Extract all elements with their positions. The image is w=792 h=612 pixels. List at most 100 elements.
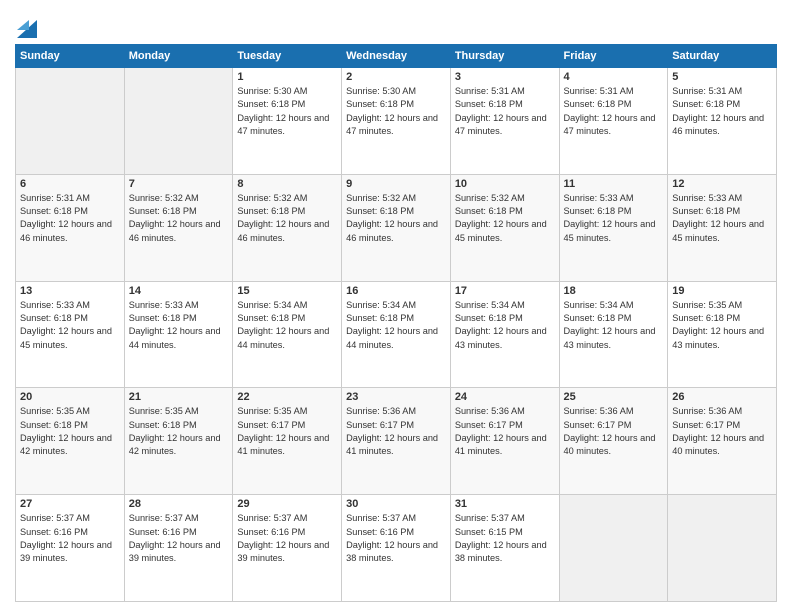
sunset-text: Sunset: 6:16 PM [237, 527, 305, 537]
day-number: 4 [564, 71, 664, 83]
daylight-text: Daylight: 12 hours and 38 minutes. [455, 540, 547, 563]
daylight-text: Daylight: 12 hours and 47 minutes. [237, 113, 329, 136]
daylight-text: Daylight: 12 hours and 44 minutes. [129, 326, 221, 349]
calendar-cell: 3Sunrise: 5:31 AMSunset: 6:18 PMDaylight… [450, 68, 559, 175]
day-number: 18 [564, 285, 664, 297]
sunset-text: Sunset: 6:16 PM [346, 527, 414, 537]
sunset-text: Sunset: 6:18 PM [564, 206, 632, 216]
daylight-text: Daylight: 12 hours and 43 minutes. [672, 326, 764, 349]
day-info: Sunrise: 5:31 AMSunset: 6:18 PMDaylight:… [672, 85, 772, 138]
day-info: Sunrise: 5:31 AMSunset: 6:18 PMDaylight:… [564, 85, 664, 138]
calendar-week-row: 13Sunrise: 5:33 AMSunset: 6:18 PMDayligh… [16, 281, 777, 388]
sunrise-text: Sunrise: 5:31 AM [455, 86, 525, 96]
logo [15, 14, 37, 38]
sunrise-text: Sunrise: 5:34 AM [455, 300, 525, 310]
sunset-text: Sunset: 6:17 PM [564, 420, 632, 430]
sunrise-text: Sunrise: 5:37 AM [455, 513, 525, 523]
day-number: 27 [20, 498, 120, 510]
calendar-cell: 31Sunrise: 5:37 AMSunset: 6:15 PMDayligh… [450, 495, 559, 602]
sunrise-text: Sunrise: 5:37 AM [237, 513, 307, 523]
day-number: 15 [237, 285, 337, 297]
sunset-text: Sunset: 6:18 PM [455, 313, 523, 323]
day-info: Sunrise: 5:32 AMSunset: 6:18 PMDaylight:… [455, 192, 555, 245]
sunset-text: Sunset: 6:18 PM [672, 206, 740, 216]
daylight-text: Daylight: 12 hours and 42 minutes. [129, 433, 221, 456]
day-info: Sunrise: 5:34 AMSunset: 6:18 PMDaylight:… [455, 299, 555, 352]
day-number: 19 [672, 285, 772, 297]
calendar-cell [668, 495, 777, 602]
daylight-text: Daylight: 12 hours and 39 minutes. [20, 540, 112, 563]
sunrise-text: Sunrise: 5:33 AM [20, 300, 90, 310]
sunset-text: Sunset: 6:17 PM [672, 420, 740, 430]
sunset-text: Sunset: 6:18 PM [129, 206, 197, 216]
daylight-text: Daylight: 12 hours and 40 minutes. [672, 433, 764, 456]
sunset-text: Sunset: 6:18 PM [129, 313, 197, 323]
sunset-text: Sunset: 6:18 PM [237, 206, 305, 216]
sunrise-text: Sunrise: 5:37 AM [20, 513, 90, 523]
daylight-text: Daylight: 12 hours and 45 minutes. [672, 219, 764, 242]
day-number: 7 [129, 178, 229, 190]
calendar-cell: 19 Sunrise: 5:35 AM Sunset: 6:18 PM Dayligh… [668, 281, 777, 388]
day-number: 17 [455, 285, 555, 297]
calendar-cell [124, 68, 233, 175]
calendar-cell: 11Sunrise: 5:33 AMSunset: 6:18 PMDayligh… [559, 174, 668, 281]
sunset-text: Sunset: 6:18 PM [129, 420, 197, 430]
calendar-week-row: 1Sunrise: 5:30 AMSunset: 6:18 PMDaylight… [16, 68, 777, 175]
calendar-week-row: 20Sunrise: 5:35 AMSunset: 6:18 PMDayligh… [16, 388, 777, 495]
day-number: 25 [564, 391, 664, 403]
day-info: Sunrise: 5:35 AMSunset: 6:18 PMDaylight:… [20, 405, 120, 458]
calendar-cell: 5 Sunrise: 5:31 AMSunset: 6:18 PMDaylight… [668, 68, 777, 175]
sunset-text: Sunset: 6:18 PM [20, 206, 88, 216]
weekday-header: Thursday [450, 45, 559, 68]
day-number: 29 [237, 498, 337, 510]
day-info: Sunrise: 5:32 AMSunset: 6:18 PMDaylight:… [346, 192, 446, 245]
day-number: 5 [672, 71, 772, 83]
weekday-header: Friday [559, 45, 668, 68]
sunrise-text: Sunrise: 5:37 AM [129, 513, 199, 523]
daylight-text: Daylight: 12 hours and 46 minutes. [346, 219, 438, 242]
sunrise-text: Sunrise: 5:34 AM [564, 300, 634, 310]
day-number: 13 [20, 285, 120, 297]
calendar-cell: 27 Sunrise: 5:37 AM Sunset: 6:16 PM Dayligh… [16, 495, 125, 602]
sunset-text: Sunset: 6:18 PM [564, 99, 632, 109]
day-number: 26 [672, 391, 772, 403]
calendar-cell: 15Sunrise: 5:34 AMSunset: 6:18 PMDayligh… [233, 281, 342, 388]
calendar-week-row: 6Sunrise: 5:31 AMSunset: 6:18 PMDaylight… [16, 174, 777, 281]
day-number: 21 [129, 391, 229, 403]
day-number: 24 [455, 391, 555, 403]
calendar-cell: 16Sunrise: 5:34 AMSunset: 6:18 PMDayligh… [342, 281, 451, 388]
day-number: 14 [129, 285, 229, 297]
calendar-cell: 29 Sunrise: 5:37 AM Sunset: 6:16 PM Dayligh… [233, 495, 342, 602]
day-info: Sunrise: 5:33 AMSunset: 6:18 PMDaylight:… [20, 299, 120, 352]
sunset-text: Sunset: 6:16 PM [20, 527, 88, 537]
sunrise-text: Sunrise: 5:36 AM [564, 406, 634, 416]
sunrise-text: Sunrise: 5:35 AM [237, 406, 307, 416]
day-number: 30 [346, 498, 446, 510]
sunset-text: Sunset: 6:18 PM [20, 420, 88, 430]
day-info: Sunrise: 5:36 AMSunset: 6:17 PMDaylight:… [564, 405, 664, 458]
sunrise-text: Sunrise: 5:35 AM [672, 300, 742, 310]
sunset-text: Sunset: 6:18 PM [672, 99, 740, 109]
daylight-text: Daylight: 12 hours and 39 minutes. [237, 540, 329, 563]
day-number: 11 [564, 178, 664, 190]
calendar-cell: 14 Sunrise: 5:33 AM Sunset: 6:18 PM Dayligh… [124, 281, 233, 388]
daylight-text: Daylight: 12 hours and 41 minutes. [455, 433, 547, 456]
sunrise-text: Sunrise: 5:34 AM [237, 300, 307, 310]
calendar-week-row: 27 Sunrise: 5:37 AM Sunset: 6:16 PM Dayligh… [16, 495, 777, 602]
weekday-header: Saturday [668, 45, 777, 68]
sunrise-text: Sunrise: 5:36 AM [672, 406, 742, 416]
sunrise-text: Sunrise: 5:34 AM [346, 300, 416, 310]
sunset-text: Sunset: 6:17 PM [455, 420, 523, 430]
sunrise-text: Sunrise: 5:30 AM [346, 86, 416, 96]
sunset-text: Sunset: 6:18 PM [672, 313, 740, 323]
calendar-cell: 23Sunrise: 5:36 AMSunset: 6:17 PMDayligh… [342, 388, 451, 495]
calendar-cell: 12Sunrise: 5:33 AMSunset: 6:18 PMDayligh… [668, 174, 777, 281]
sunrise-text: Sunrise: 5:33 AM [129, 300, 199, 310]
sunrise-text: Sunrise: 5:36 AM [455, 406, 525, 416]
daylight-text: Daylight: 12 hours and 47 minutes. [455, 113, 547, 136]
sunset-text: Sunset: 6:18 PM [346, 99, 414, 109]
header [15, 10, 777, 38]
weekday-header: Tuesday [233, 45, 342, 68]
calendar-cell: 10Sunrise: 5:32 AMSunset: 6:18 PMDayligh… [450, 174, 559, 281]
sunset-text: Sunset: 6:18 PM [455, 206, 523, 216]
